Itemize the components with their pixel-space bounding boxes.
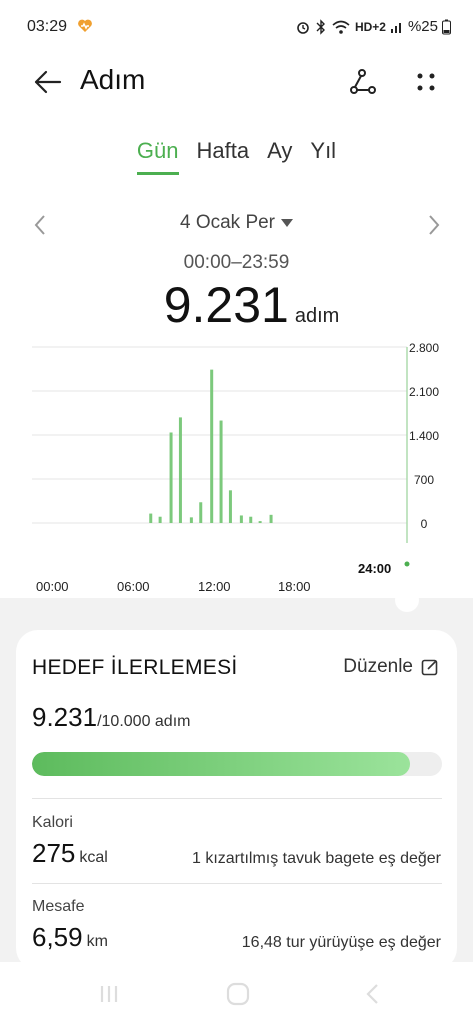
distance-unit: km xyxy=(86,933,108,950)
date-selector-label: 4 Ocak Per xyxy=(179,212,276,233)
goal-progress-bar xyxy=(32,752,442,776)
calories-number: 275 xyxy=(32,838,76,868)
step-bar xyxy=(219,420,223,523)
step-bar xyxy=(228,490,232,523)
system-navigation-bar xyxy=(0,962,473,1024)
goal-progress-fill xyxy=(32,752,411,776)
step-unit: adım xyxy=(294,305,340,327)
tab-day[interactable]: Gün xyxy=(136,138,179,175)
step-total: 9.231 adım xyxy=(0,276,473,334)
current-time-label: 24:00 xyxy=(358,561,392,576)
recent-apps-icon[interactable] xyxy=(94,980,124,1008)
calories-value: 275 kcal xyxy=(32,838,108,869)
y-tick-label: 2.800 xyxy=(409,341,439,355)
step-bar xyxy=(189,517,193,523)
step-count: 9.231 xyxy=(163,277,289,333)
step-bar xyxy=(199,502,203,523)
step-bar xyxy=(258,521,262,523)
step-bar xyxy=(269,514,273,523)
time-range: 00:00–23:59 xyxy=(183,252,290,273)
tab-week[interactable]: Hafta xyxy=(197,138,250,172)
status-bar: 03:29 HD+2 %25 xyxy=(0,0,473,52)
distance-equivalent: 16,48 tur yürüyüşe eş değer xyxy=(241,934,441,951)
step-bar xyxy=(158,516,162,523)
page-title: Adım xyxy=(80,64,146,95)
signal-icon xyxy=(390,22,401,33)
goal-title: HEDEF İLERLEMESİ xyxy=(32,656,238,679)
wifi-icon xyxy=(332,20,350,34)
battery-percent: %25 xyxy=(407,18,438,35)
y-tick-label: 700 xyxy=(414,473,434,487)
health-heart-icon xyxy=(78,19,92,32)
divider xyxy=(32,883,442,884)
tab-year[interactable]: Yıl xyxy=(310,138,336,172)
calories-unit: kcal xyxy=(79,849,108,866)
current-time-dot xyxy=(404,561,410,567)
date-selector[interactable]: 4 Ocak Per xyxy=(0,212,473,234)
step-bar xyxy=(178,417,182,523)
battery-icon xyxy=(442,19,451,34)
alarm-icon xyxy=(297,21,309,34)
edit-goal-button[interactable]: Düzenle xyxy=(343,656,439,678)
step-bar xyxy=(249,516,253,523)
y-tick-label: 2.100 xyxy=(409,385,439,399)
edit-icon xyxy=(421,659,438,676)
y-tick-label: 0 xyxy=(421,517,428,531)
divider xyxy=(32,798,442,799)
status-icons: HD+2 %25 xyxy=(295,18,451,35)
distance-value: 6,59 km xyxy=(32,922,108,953)
step-bar xyxy=(239,515,243,523)
steps-chart-svg: 2.800 2.100 1.400 700 0 xyxy=(32,341,439,567)
distance-number: 6,59 xyxy=(32,922,83,952)
goal-current: 9.231 xyxy=(32,702,98,732)
home-icon[interactable] xyxy=(223,980,253,1008)
goal-progress-card: HEDEF İLERLEMESİ Düzenle 9.231/10.000 ad… xyxy=(16,630,457,970)
caret-down-icon xyxy=(281,218,294,227)
step-bar xyxy=(169,432,173,523)
scrubber-handle[interactable] xyxy=(0,578,473,618)
back-arrow-icon[interactable] xyxy=(30,64,66,100)
steps-chart: 2.800 2.100 1.400 700 0 00:00 06:00 12:00 18… xyxy=(0,335,473,605)
status-time: 03:29 xyxy=(27,18,68,35)
back-nav-icon[interactable] xyxy=(358,980,388,1008)
distance-label: Mesafe xyxy=(32,898,85,915)
period-tabs: Gün Hafta Ay Yıl xyxy=(0,138,473,182)
step-bar xyxy=(210,369,214,523)
calories-equivalent: 1 kızartılmış tavuk bagete eş değer xyxy=(191,850,441,867)
network-type-label: HD+2 xyxy=(354,19,386,34)
share-route-icon[interactable] xyxy=(344,64,380,100)
step-bar xyxy=(149,513,153,523)
more-options-icon[interactable] xyxy=(408,64,444,100)
y-tick-label: 1.400 xyxy=(409,429,439,443)
app-header: Adım xyxy=(0,52,473,112)
bluetooth-icon xyxy=(316,18,325,35)
tab-month[interactable]: Ay xyxy=(267,138,292,172)
next-day-icon[interactable] xyxy=(424,212,444,238)
goal-values: 9.231/10.000 adım xyxy=(32,702,190,733)
edit-goal-label: Düzenle xyxy=(343,656,413,677)
calories-label: Kalori xyxy=(32,814,73,831)
goal-target: /10.000 adım xyxy=(97,713,191,730)
date-navigation: 4 Ocak Per xyxy=(0,210,473,240)
